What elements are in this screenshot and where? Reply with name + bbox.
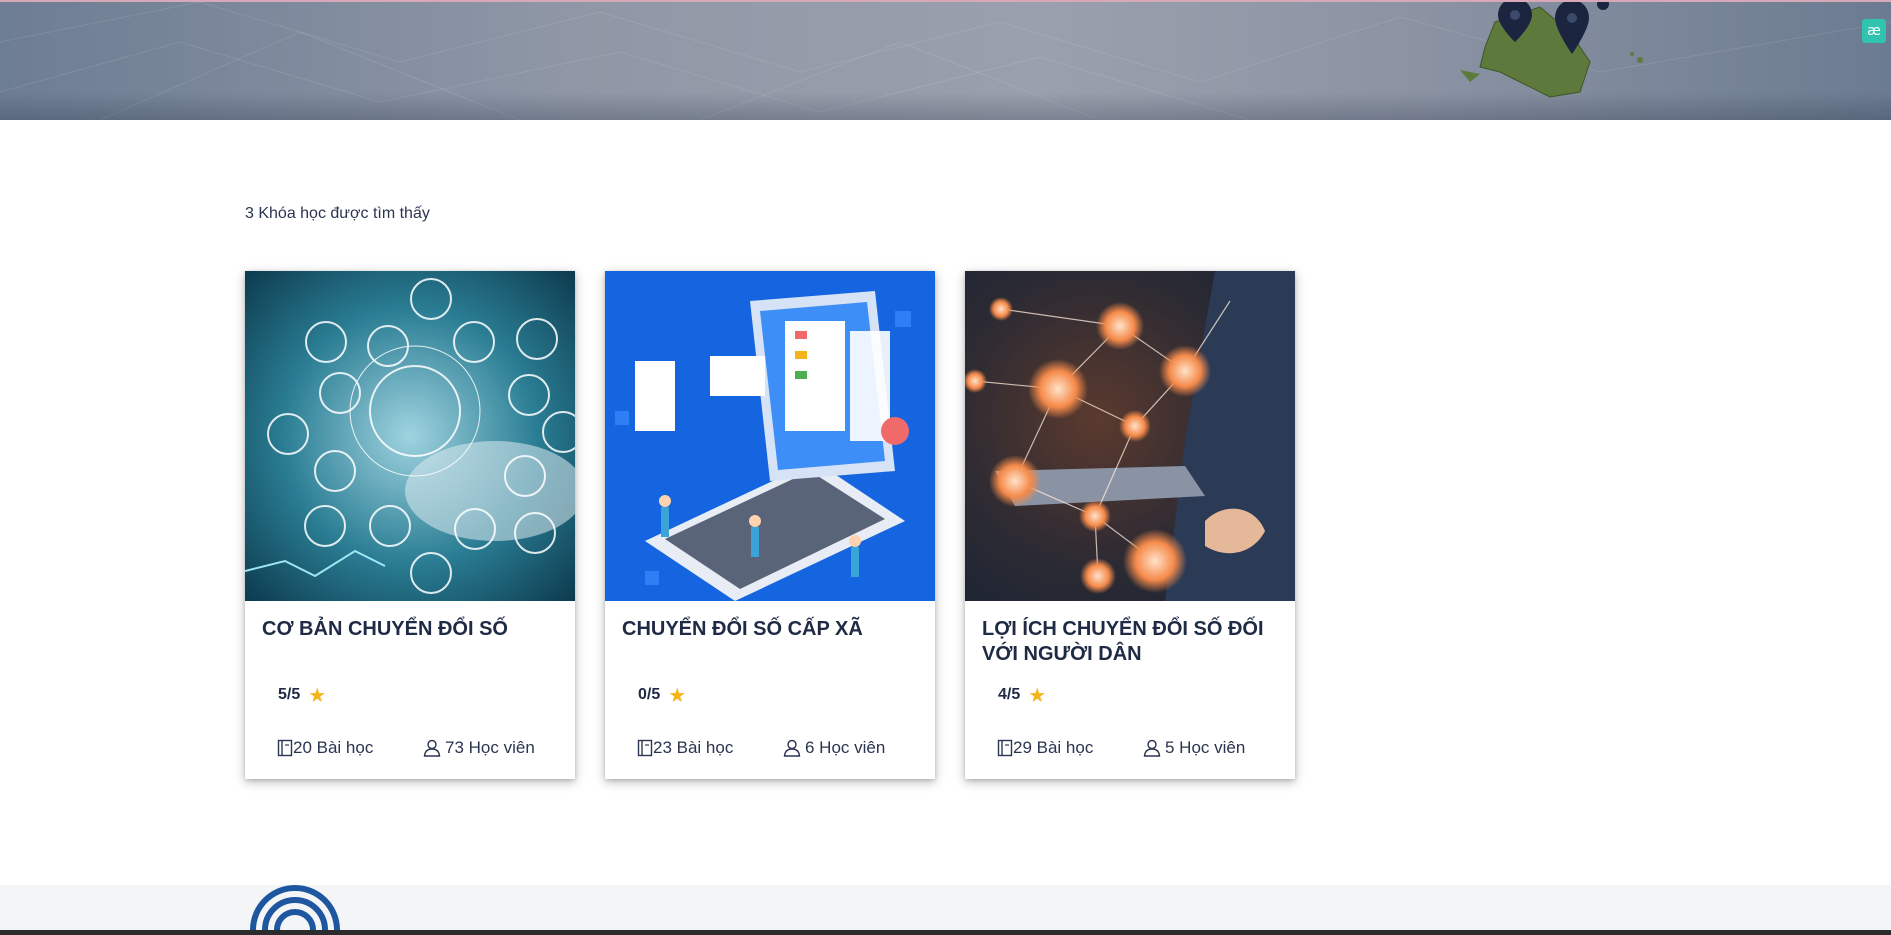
hero-shade: [0, 92, 1891, 120]
results-count: 3 Khóa học được tìm thấy: [245, 205, 430, 222]
student-count-text: 5 Học viên: [1165, 738, 1246, 757]
logo-icon[interactable]: [245, 885, 365, 930]
star-icon: ★: [308, 683, 327, 707]
student-count: 73 Học viên: [423, 738, 535, 758]
course-card[interactable]: CHUYỂN ĐỔI SỐ CẤP XÃ 0/5 ★ 23 Bài học 6 …: [605, 271, 935, 779]
course-rating: 5/5 ★: [278, 683, 327, 707]
lesson-count-text: 23 Bài học: [653, 738, 734, 757]
footer: [0, 885, 1891, 930]
lesson-count-text: 29 Bài học: [1013, 738, 1094, 757]
rating-value: 4/5: [998, 686, 1021, 703]
star-icon: ★: [668, 683, 687, 707]
bottom-bar: [0, 930, 1891, 935]
rating-value: 5/5: [278, 686, 301, 703]
lesson-count: 20 Bài học: [277, 738, 373, 758]
book-icon: [637, 739, 653, 757]
course-title[interactable]: CƠ BẢN CHUYỂN ĐỔI SỐ: [262, 617, 562, 642]
student-count-text: 73 Học viên: [445, 738, 535, 757]
course-thumbnail[interactable]: [605, 271, 935, 601]
lesson-count: 29 Bài học: [997, 738, 1093, 758]
course-rating: 0/5 ★: [638, 683, 687, 707]
user-icon: [423, 739, 441, 757]
student-count: 6 Học viên: [783, 738, 885, 758]
rating-value: 0/5: [638, 686, 661, 703]
course-rating: 4/5 ★: [998, 683, 1047, 707]
hero-banner: [0, 2, 1891, 120]
course-card[interactable]: LỢI ÍCH CHUYỂN ĐỔI SỐ ĐỐI VỚI NGƯỜI DÂN …: [965, 271, 1295, 779]
floating-widget-button[interactable]: æ: [1862, 19, 1886, 43]
course-thumbnail[interactable]: [965, 271, 1295, 601]
user-icon: [783, 739, 801, 757]
course-title[interactable]: CHUYỂN ĐỔI SỐ CẤP XÃ: [622, 617, 922, 642]
lesson-count-text: 20 Bài học: [293, 738, 374, 757]
student-count-text: 6 Học viên: [805, 738, 886, 757]
map-graphic: [1460, 6, 1643, 98]
student-count: 5 Học viên: [1143, 738, 1245, 758]
user-icon: [1143, 739, 1161, 757]
star-icon: ★: [1028, 683, 1047, 707]
course-title[interactable]: LỢI ÍCH CHUYỂN ĐỔI SỐ ĐỐI VỚI NGƯỜI DÂN: [982, 617, 1282, 667]
course-card[interactable]: CƠ BẢN CHUYỂN ĐỔI SỐ 5/5 ★ 20 Bài học 73…: [245, 271, 575, 779]
lesson-count: 23 Bài học: [637, 738, 733, 758]
book-icon: [277, 739, 293, 757]
book-icon: [997, 739, 1013, 757]
course-thumbnail[interactable]: [245, 271, 575, 601]
